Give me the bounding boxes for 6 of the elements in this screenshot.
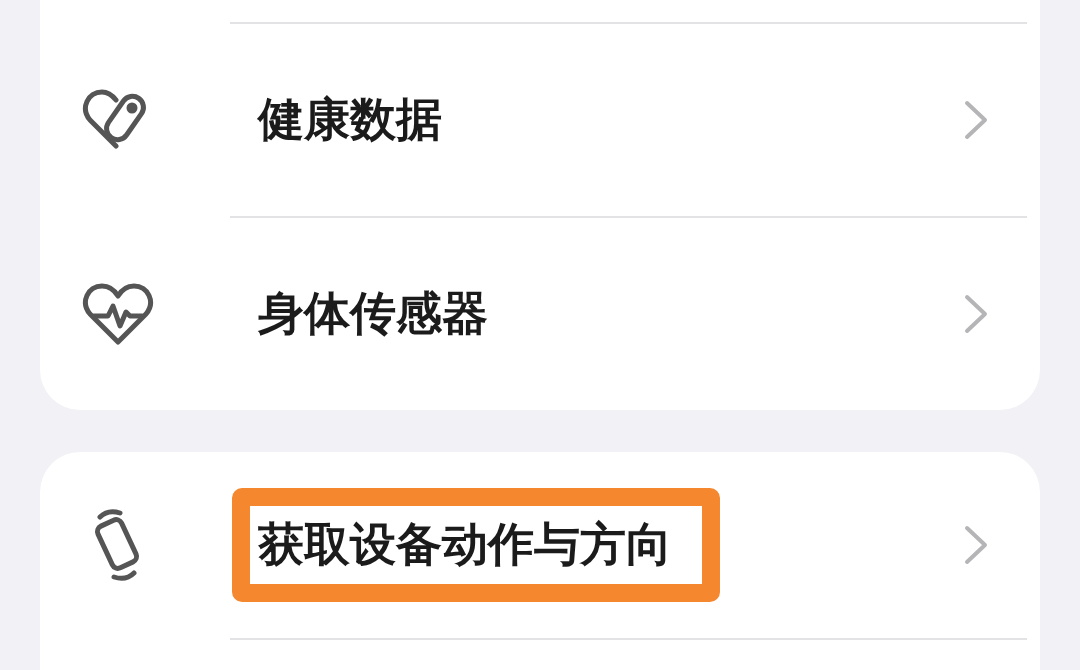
- chevron-right-icon: [962, 98, 990, 142]
- chevron-right-icon: [962, 292, 990, 336]
- chevron-right-icon: [962, 523, 990, 567]
- setting-label[interactable]: 健康数据: [258, 89, 442, 151]
- setting-label[interactable]: 获取设备动作与方向: [258, 514, 672, 576]
- setting-label[interactable]: 身体传感器: [258, 283, 488, 345]
